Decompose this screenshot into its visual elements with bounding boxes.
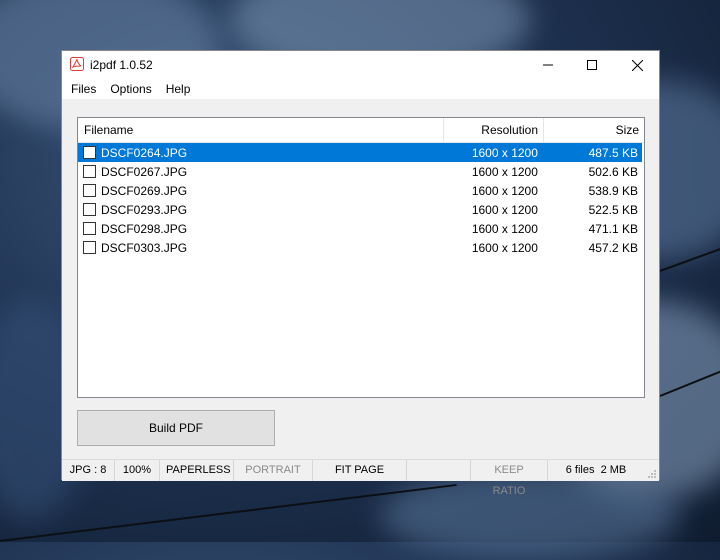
row-filename: DSCF0303.JPG <box>101 240 188 255</box>
row-size: 457.2 KB <box>588 240 638 255</box>
list-row[interactable]: DSCF0303.JPG 1600 x 1200 457.2 KB <box>78 238 642 257</box>
row-resolution: 1600 x 1200 <box>471 240 538 255</box>
maximize-icon <box>587 60 597 70</box>
close-icon <box>631 59 643 71</box>
row-filename: DSCF0293.JPG <box>101 202 188 217</box>
list-body: DSCF0264.JPG 1600 x 1200 487.5 KB DSCF02… <box>78 143 644 257</box>
row-size: 487.5 KB <box>588 145 638 160</box>
row-checkbox[interactable] <box>83 241 96 254</box>
status-bar: JPG : 8 100% PAPERLESS PORTRAIT FIT PAGE… <box>62 459 659 497</box>
list-row[interactable]: DSCF0267.JPG 1600 x 1200 502.6 KB <box>78 162 642 181</box>
row-size: 502.6 KB <box>588 164 638 179</box>
row-checkbox[interactable] <box>83 222 96 235</box>
row-filename: DSCF0264.JPG <box>101 145 188 160</box>
status-spacer <box>407 460 471 481</box>
row-checkbox[interactable] <box>83 203 96 216</box>
status-summary: 6 files 2 MB <box>565 464 627 476</box>
menu-bar: Files Options Help <box>62 79 659 99</box>
menu-options[interactable]: Options <box>103 79 158 99</box>
status-fit[interactable]: FIT PAGE <box>313 460 407 481</box>
window-title: i2pdf 1.0.52 <box>90 58 153 72</box>
status-zoom[interactable]: 100% <box>115 460 160 481</box>
build-pdf-button[interactable]: Build PDF <box>77 410 275 446</box>
title-bar[interactable]: i2pdf 1.0.52 <box>62 51 659 79</box>
pdf-app-icon <box>70 57 84 71</box>
status-orientation[interactable]: PORTRAIT <box>234 460 313 481</box>
row-resolution: 1600 x 1200 <box>471 221 538 236</box>
list-row[interactable]: DSCF0264.JPG 1600 x 1200 487.5 KB <box>78 143 642 162</box>
menu-files[interactable]: Files <box>64 79 103 99</box>
column-header-resolution[interactable]: Resolution <box>444 118 544 142</box>
maximize-button[interactable] <box>569 51 615 79</box>
menu-help[interactable]: Help <box>159 79 198 99</box>
row-resolution: 1600 x 1200 <box>471 183 538 198</box>
minimize-icon <box>543 64 553 66</box>
row-size: 522.5 KB <box>588 202 638 217</box>
status-quality[interactable]: JPG : 8 <box>62 460 115 481</box>
column-header-size[interactable]: Size <box>544 118 644 142</box>
close-button[interactable] <box>614 51 660 79</box>
column-header-filename[interactable]: Filename <box>78 118 444 142</box>
row-checkbox[interactable] <box>83 165 96 178</box>
app-window: i2pdf 1.0.52 Files Options Help Filename… <box>61 50 660 497</box>
row-size: 538.9 KB <box>588 183 638 198</box>
status-paper[interactable]: PAPERLESS <box>160 460 234 481</box>
minimize-button[interactable] <box>525 51 571 79</box>
row-checkbox[interactable] <box>83 184 96 197</box>
list-row[interactable]: DSCF0293.JPG 1600 x 1200 522.5 KB <box>78 200 642 219</box>
row-size: 471.1 KB <box>588 221 638 236</box>
row-resolution: 1600 x 1200 <box>471 202 538 217</box>
file-list[interactable]: Filename Resolution Size DSCF0264.JPG 16… <box>77 117 645 398</box>
resize-grip-icon[interactable] <box>647 469 657 479</box>
row-filename: DSCF0267.JPG <box>101 164 188 179</box>
row-checkbox[interactable] <box>83 146 96 159</box>
list-row[interactable]: DSCF0269.JPG 1600 x 1200 538.9 KB <box>78 181 642 200</box>
row-filename: DSCF0269.JPG <box>101 183 188 198</box>
status-ratio[interactable]: KEEP RATIO <box>471 460 548 497</box>
list-row[interactable]: DSCF0298.JPG 1600 x 1200 471.1 KB <box>78 219 642 238</box>
row-resolution: 1600 x 1200 <box>471 164 538 179</box>
row-filename: DSCF0298.JPG <box>101 221 188 236</box>
list-header: Filename Resolution Size <box>78 118 644 143</box>
row-resolution: 1600 x 1200 <box>471 145 538 160</box>
